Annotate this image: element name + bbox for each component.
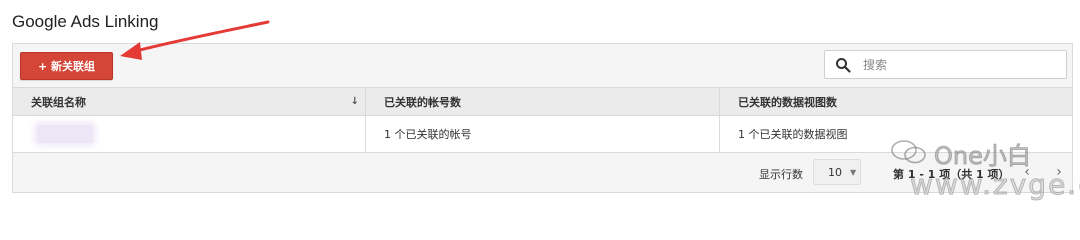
search-input[interactable] xyxy=(863,57,1053,72)
rows-per-page-value: 10 xyxy=(828,165,842,179)
link-group-name-cell[interactable] xyxy=(13,116,366,152)
chevron-right-icon[interactable]: › xyxy=(1049,162,1069,182)
column-header-linked-views[interactable]: 已关联的数据视图数 xyxy=(720,88,1072,115)
caret-down-icon: ▼ xyxy=(850,167,857,177)
column-header-group-name[interactable]: 关联组名称 ↓ xyxy=(13,88,366,115)
table-row[interactable]: 1 个已关联的帐号 1 个已关联的数据视图 xyxy=(13,116,1072,153)
search-field[interactable] xyxy=(824,50,1067,79)
linked-views-cell: 1 个已关联的数据视图 xyxy=(738,128,848,141)
column-header-label: 关联组名称 xyxy=(31,95,86,109)
column-header-label: 已关联的帐号数 xyxy=(384,95,461,109)
table-header: 关联组名称 ↓ 已关联的帐号数 已关联的数据视图数 xyxy=(13,88,1072,116)
column-header-label: 已关联的数据视图数 xyxy=(738,95,837,109)
page-range-text: 第 1 - 1 项（共 1 项） xyxy=(893,168,1010,181)
redacted-name[interactable] xyxy=(37,125,93,143)
linked-accounts-cell: 1 个已关联的帐号 xyxy=(366,116,720,152)
annotation-arrow xyxy=(120,20,270,60)
column-header-linked-accounts[interactable]: 已关联的帐号数 xyxy=(366,88,720,115)
arrow-down-icon[interactable]: ↓ xyxy=(351,96,359,107)
rows-per-page-label: 显示行数 xyxy=(759,168,803,181)
chevron-left-icon[interactable]: ‹ xyxy=(1017,162,1037,182)
pagination: 显示行数 10 ▼ 第 1 - 1 项（共 1 项） ‹ › xyxy=(13,154,1072,192)
rows-per-page-select[interactable]: 10 ▼ xyxy=(813,159,861,185)
search-icon xyxy=(836,57,851,73)
link-groups-table: 关联组名称 ↓ 已关联的帐号数 已关联的数据视图数 1 个已关联的帐号 1 个已… xyxy=(13,87,1072,153)
